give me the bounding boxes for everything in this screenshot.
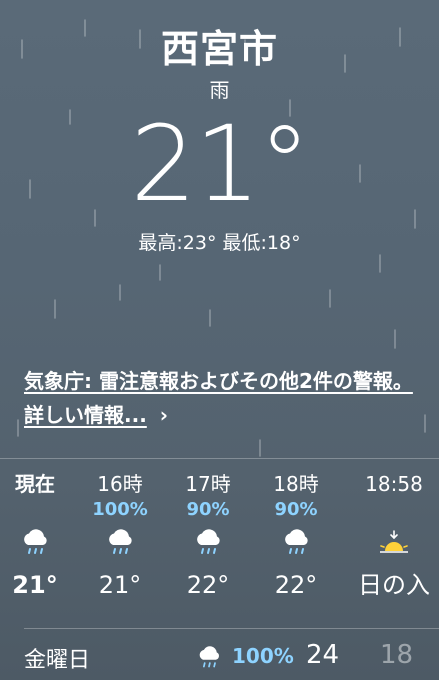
divider — [0, 458, 439, 459]
hourly-item-sunset: 18:58 日の入 — [349, 470, 439, 602]
high-low-temperature: 最高:23° 最低:18° — [138, 232, 301, 254]
hourly-item: 17時 90% 22° — [163, 470, 253, 602]
hourly-time: 現在 — [15, 472, 55, 496]
chevron-right-icon: › — [159, 403, 169, 427]
hourly-precip: 90% — [186, 499, 230, 520]
hourly-precip — [349, 498, 439, 522]
cloud-rain-icon — [105, 529, 135, 561]
hourly-item: 16時 100% 21° — [75, 470, 165, 602]
city-name: 西宮市 — [160, 27, 278, 71]
current-temperature: 21° — [130, 103, 310, 225]
hourly-temp: 22° — [274, 571, 318, 599]
hourly-precip: 90% — [274, 499, 318, 520]
weather-alert-link[interactable]: 気象庁: 雷注意報およびその他2件の警報。 詳しい情報... › — [24, 364, 424, 432]
hourly-time: 18:58 — [365, 472, 423, 496]
daily-row[interactable]: 金曜日 100% 24 18 — [0, 636, 439, 680]
hourly-temp: 日の入 — [358, 571, 430, 599]
cloud-rain-icon — [20, 529, 50, 561]
day-label: 金曜日 — [24, 648, 91, 673]
hourly-time: 16時 — [97, 472, 143, 496]
hourly-temp: 22° — [186, 571, 230, 599]
sunset-icon — [379, 529, 409, 561]
hourly-temp: 21° — [98, 571, 142, 599]
hourly-time: 18時 — [273, 472, 319, 496]
cloud-rain-icon — [196, 646, 222, 674]
day-low: 18 — [380, 640, 414, 670]
weather-condition: 雨 — [209, 78, 230, 102]
hourly-item-now: 現在 21° — [0, 470, 80, 602]
hourly-precip: 100% — [92, 499, 148, 520]
alert-text: 気象庁: 雷注意報およびその他2件の警報。 詳しい情報... — [24, 369, 413, 427]
cloud-rain-icon — [193, 529, 223, 561]
hourly-temp: 21° — [12, 571, 58, 599]
cloud-rain-icon — [281, 529, 311, 561]
divider — [24, 628, 439, 629]
hourly-item: 18時 90% 22° — [251, 470, 341, 602]
day-precip: 100% — [232, 644, 294, 668]
hourly-time: 17時 — [185, 472, 231, 496]
day-high: 24 — [306, 640, 340, 670]
hourly-precip — [0, 498, 80, 522]
